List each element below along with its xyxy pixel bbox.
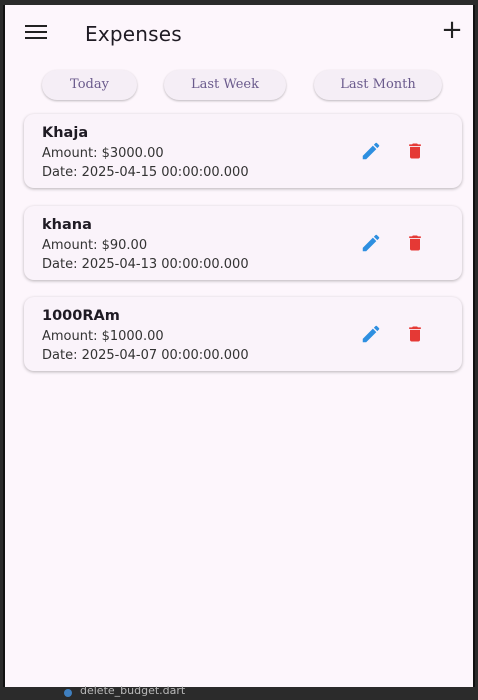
filter-last-month-button[interactable]: Last Month: [314, 70, 442, 100]
expense-date: Date: 2025-04-07 00:00:00.000: [42, 348, 249, 363]
expense-card: Khaja Amount: $3000.00 Date: 2025-04-15 …: [24, 114, 462, 188]
expense-name: 1000RAm: [42, 308, 120, 324]
expense-date: Date: 2025-04-13 00:00:00.000: [42, 257, 249, 272]
expense-amount: Amount: $1000.00: [42, 329, 164, 344]
delete-icon[interactable]: [405, 140, 425, 162]
editor-tab-strip: delete_budget.dart: [0, 684, 478, 700]
app-window: Expenses + Today Last Week Last Month Kh…: [3, 5, 475, 687]
expense-card: 1000RAm Amount: $1000.00 Date: 2025-04-0…: [24, 297, 462, 371]
filter-today-button[interactable]: Today: [42, 70, 137, 100]
date-filter-bar: Today Last Week Last Month: [5, 70, 473, 102]
expense-date: Date: 2025-04-15 00:00:00.000: [42, 165, 249, 180]
add-icon[interactable]: +: [439, 17, 465, 43]
open-file-tab[interactable]: delete_budget.dart: [80, 684, 185, 697]
menu-icon[interactable]: [25, 25, 47, 41]
edit-icon[interactable]: [360, 323, 382, 345]
filter-last-week-button[interactable]: Last Week: [164, 70, 286, 100]
page-title: Expenses: [85, 22, 182, 46]
edit-icon[interactable]: [360, 232, 382, 254]
dart-file-icon: [64, 689, 72, 697]
delete-icon[interactable]: [405, 232, 425, 254]
expense-name: khana: [42, 217, 92, 233]
expense-amount: Amount: $90.00: [42, 238, 148, 253]
expense-amount: Amount: $3000.00: [42, 146, 164, 161]
expense-name: Khaja: [42, 125, 89, 141]
edit-icon[interactable]: [360, 140, 382, 162]
delete-icon[interactable]: [405, 323, 425, 345]
app-bar: Expenses +: [5, 5, 473, 65]
expense-card: khana Amount: $90.00 Date: 2025-04-13 00…: [24, 206, 462, 280]
